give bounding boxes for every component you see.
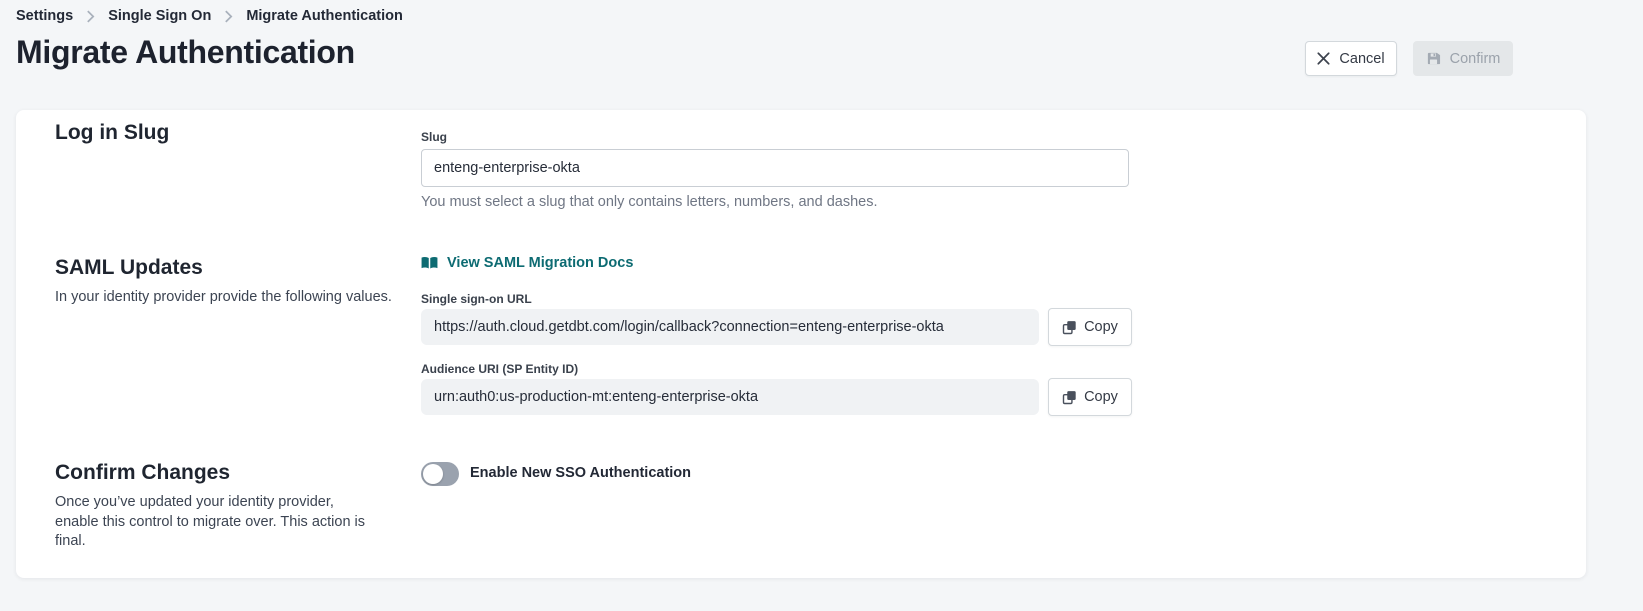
copy-sso-url-button[interactable]: Copy — [1048, 308, 1132, 346]
section-heading-saml-updates: SAML Updates — [55, 256, 203, 280]
enable-new-sso-toggle[interactable] — [421, 462, 459, 486]
breadcrumb-single-sign-on[interactable]: Single Sign On — [108, 8, 211, 24]
chevron-right-icon — [224, 10, 233, 23]
view-saml-migration-docs-link[interactable]: View SAML Migration Docs — [421, 255, 633, 271]
sso-url-label: Single sign-on URL — [421, 292, 532, 306]
audience-uri-field: urn:auth0:us-production-mt:enteng-enterp… — [421, 379, 1039, 415]
section-heading-log-in-slug: Log in Slug — [55, 121, 169, 145]
confirm-label: Confirm — [1450, 51, 1501, 67]
slug-label: Slug — [421, 130, 447, 144]
docs-link-label: View SAML Migration Docs — [447, 255, 633, 271]
save-icon — [1426, 51, 1441, 66]
breadcrumb-migrate-authentication: Migrate Authentication — [246, 8, 403, 24]
sso-url-field: https://auth.cloud.getdbt.com/login/call… — [421, 309, 1039, 345]
migration-settings-card: Log in Slug Slug You must select a slug … — [16, 110, 1586, 578]
slug-helper-text: You must select a slug that only contain… — [421, 194, 877, 210]
page-title: Migrate Authentication — [16, 34, 355, 71]
audience-uri-label: Audience URI (SP Entity ID) — [421, 362, 578, 376]
slug-input[interactable] — [421, 149, 1129, 187]
breadcrumb: Settings Single Sign On Migrate Authenti… — [16, 6, 403, 26]
section-heading-confirm-changes: Confirm Changes — [55, 461, 230, 485]
book-icon — [421, 256, 438, 270]
copy-label: Copy — [1084, 389, 1118, 405]
copy-icon — [1062, 320, 1077, 335]
header-actions: Cancel Confirm — [1305, 41, 1513, 76]
copy-label: Copy — [1084, 319, 1118, 335]
toggle-knob — [423, 464, 443, 484]
copy-audience-uri-button[interactable]: Copy — [1048, 378, 1132, 416]
breadcrumb-settings[interactable]: Settings — [16, 8, 73, 24]
cancel-button[interactable]: Cancel — [1305, 41, 1397, 76]
migrate-authentication-page: Settings Single Sign On Migrate Authenti… — [0, 0, 1643, 611]
copy-icon — [1062, 390, 1077, 405]
confirm-changes-description: Once you’ve updated your identity provid… — [55, 493, 375, 552]
enable-new-sso-toggle-label: Enable New SSO Authentication — [470, 465, 691, 481]
confirm-button[interactable]: Confirm — [1413, 41, 1513, 76]
chevron-right-icon — [86, 10, 95, 23]
cancel-label: Cancel — [1339, 51, 1384, 67]
saml-updates-description: In your identity provider provide the fo… — [55, 288, 392, 308]
close-icon — [1317, 52, 1330, 65]
